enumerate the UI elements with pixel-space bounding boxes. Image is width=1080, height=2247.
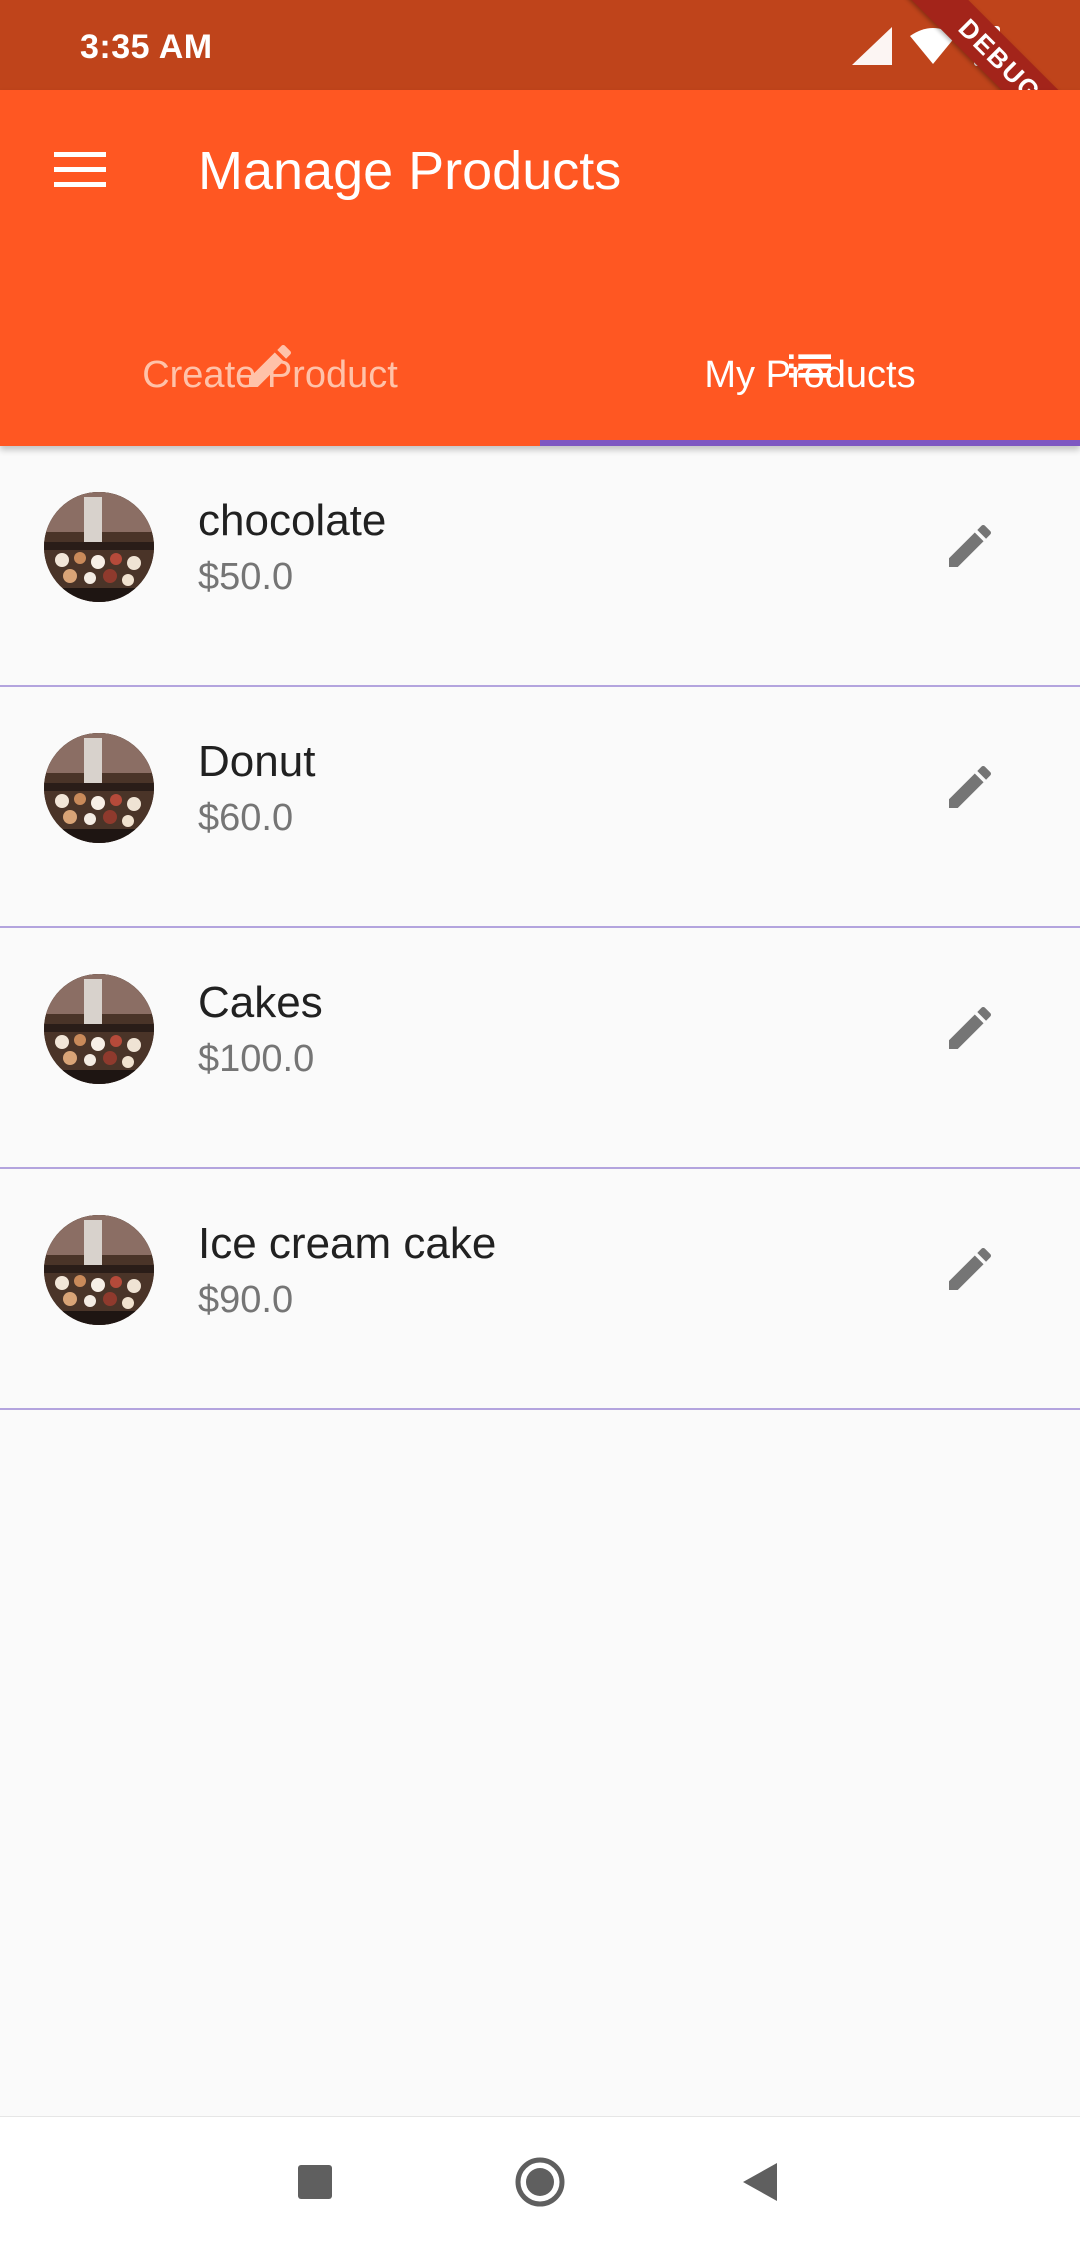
product-price: $50.0 [198,556,294,598]
edit-product-button[interactable] [930,747,1010,827]
edit-product-button[interactable] [930,988,1010,1068]
back-icon [743,2163,777,2201]
list-item[interactable]: Cakes $100.0 [0,928,1080,1169]
recent-apps-icon [298,2165,332,2199]
bakery-display-image [44,1215,154,1325]
hamburger-menu-icon [54,152,106,187]
product-name: Ice cream cake [198,1219,497,1268]
tab-bar: Create Product My Products [0,270,1080,446]
product-name: Donut [198,737,316,786]
status-bar: 3:35 AM 23 DEBUG [0,0,1080,181]
product-list: chocolate $50.0 Donut $60.0 Cakes $100.0… [0,446,1080,1410]
product-name: chocolate [198,496,387,545]
product-image [44,492,154,602]
product-image [44,1215,154,1325]
bakery-display-image [44,733,154,843]
cellular-signal-icon [852,27,892,65]
list-item[interactable]: Donut $60.0 [0,687,1080,928]
menu-button[interactable] [40,130,120,210]
bakery-display-image [44,492,154,602]
tab-create-product-label: Create Product [142,354,398,396]
edit-product-button[interactable] [930,1229,1010,1309]
home-button[interactable] [505,2147,575,2217]
product-name: Cakes [198,978,323,1027]
tab-my-products[interactable]: My Products [540,270,1080,446]
pencil-icon [949,1006,992,1049]
recent-apps-button[interactable] [280,2147,350,2217]
product-image [44,974,154,1084]
bakery-display-image [44,974,154,1084]
list-item[interactable]: Ice cream cake $90.0 [0,1169,1080,1410]
status-time: 3:35 AM [80,28,213,66]
list-item[interactable]: chocolate $50.0 [0,446,1080,687]
pencil-icon [949,1247,992,1290]
back-button[interactable] [725,2147,795,2217]
pencil-icon [949,524,992,567]
product-price: $100.0 [198,1038,315,1080]
app-bar: Manage Products Create Product My Produc… [0,90,1080,446]
page-title: Manage Products [198,141,622,201]
product-image [44,733,154,843]
tab-create-product[interactable]: Create Product [0,270,540,446]
home-icon [515,2157,565,2207]
pencil-icon [949,765,992,808]
product-price: $60.0 [198,797,294,839]
product-price: $90.0 [198,1279,294,1321]
system-nav-bar [0,2116,1080,2247]
edit-product-button[interactable] [930,506,1010,586]
tab-my-products-label: My Products [704,354,916,396]
